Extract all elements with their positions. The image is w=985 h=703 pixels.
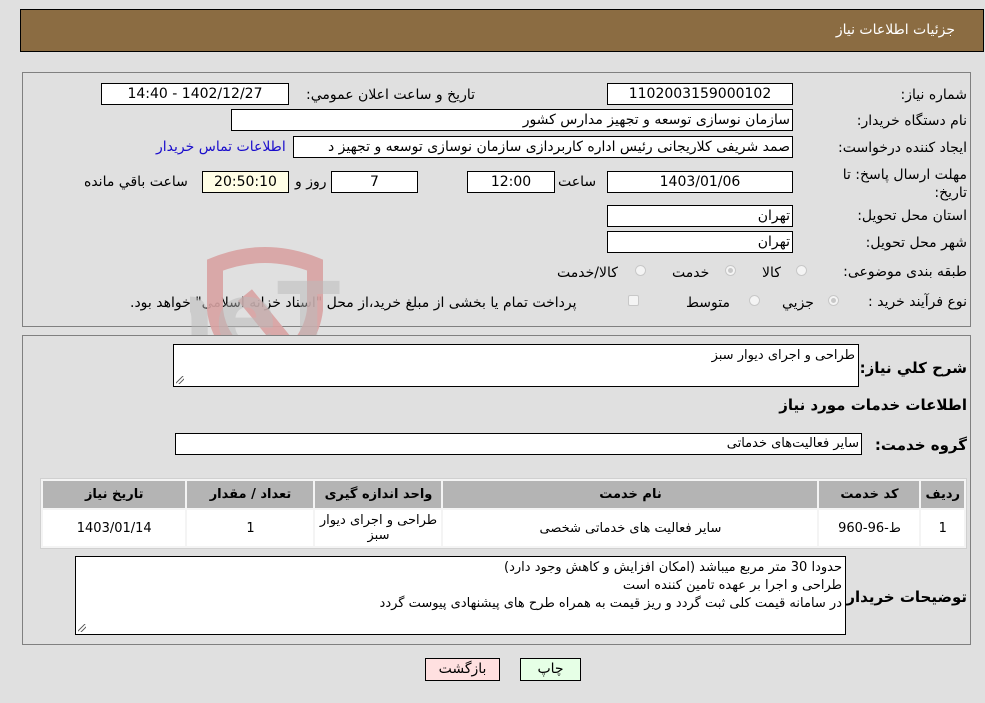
remaining-label: ساعت باقي مانده xyxy=(84,174,188,190)
category-label: طبقه بندی موضوعی: xyxy=(843,264,967,280)
process-option-minor: جزيي xyxy=(782,295,814,311)
announce-datetime-label: تاریخ و ساعت اعلان عمومي: xyxy=(306,87,475,103)
need-number-field[interactable]: 1102003159000102 xyxy=(607,83,793,105)
print-button[interactable]: چاپ xyxy=(520,658,581,681)
col-header-row-number: رديف xyxy=(921,481,964,508)
deadline-days-field[interactable]: 7 xyxy=(331,171,418,193)
services-table: رديف کد خدمت نام خدمت واحد اندازه گيری ت… xyxy=(40,478,967,549)
category-option-goods-service: کالا/خدمت xyxy=(557,265,618,281)
deadline-label: مهلت ارسال پاسخ: تا تاریخ: xyxy=(842,167,967,201)
requester-label: ايجاد کننده درخواست: xyxy=(838,140,967,156)
process-radio-medium[interactable] xyxy=(749,295,760,306)
category-option-service: خدمت xyxy=(672,265,710,281)
buyer-org-field[interactable]: سازمان نوسازی توسعه و تجهیز مدارس کشور xyxy=(231,109,793,131)
page-title: جزئیات اطلاعات نیاز xyxy=(835,22,955,38)
city-field[interactable]: تهران xyxy=(607,231,793,253)
service-group-field[interactable]: سایر فعالیت‌های خدماتی xyxy=(175,433,862,455)
col-header-need-date: تاريخ نياز xyxy=(43,481,186,508)
deadline-date-field[interactable]: 1403/01/06 xyxy=(607,171,793,193)
buyer-contact-link[interactable]: اطلاعات تماس خریدار xyxy=(156,139,286,155)
need-number-label: شماره نیاز: xyxy=(900,87,968,103)
table-row: 1 ط-96-960 سایر فعالیت های خدماتی شخصی ط… xyxy=(43,510,964,546)
col-header-unit: واحد اندازه گيری xyxy=(315,481,442,508)
col-header-quantity: تعداد / مقدار xyxy=(187,481,314,508)
category-radio-service[interactable] xyxy=(725,265,736,276)
buyer-notes-textarea[interactable]: حدودا 30 متر مربع میباشد (امکان افزایش و… xyxy=(75,556,846,635)
resize-handle-icon[interactable] xyxy=(176,376,184,384)
table-header-row: رديف کد خدمت نام خدمت واحد اندازه گيری ت… xyxy=(43,481,964,508)
cell-row-number: 1 xyxy=(921,510,964,546)
cell-unit: طراحی و اجرای دیوار سبز xyxy=(315,510,442,546)
summary-textarea[interactable]: طراحی و اجرای دیوار سبز xyxy=(173,344,859,387)
deadline-time-label: ساعت xyxy=(558,174,597,190)
process-radio-minor[interactable] xyxy=(828,295,839,306)
deadline-time-field[interactable]: 12:00 xyxy=(467,171,555,193)
services-heading: اطلاعات خدمات مورد نياز xyxy=(779,396,967,414)
cell-service-name: سایر فعالیت های خدماتی شخصی xyxy=(443,510,818,546)
remaining-time-field: 20:50:10 xyxy=(202,171,289,193)
buyer-note-line: حدودا 30 متر مربع میباشد (امکان افزایش و… xyxy=(504,560,842,575)
page-header: جزئیات اطلاعات نیاز xyxy=(20,9,984,52)
buyer-note-line: در سامانه قیمت کلی ثبت گردد و ریز قیمت ب… xyxy=(379,596,842,611)
cell-need-date: 1403/01/14 xyxy=(43,510,186,546)
announce-datetime-field[interactable]: 1402/12/27 - 14:40 xyxy=(101,83,289,105)
back-button[interactable]: بازگشت xyxy=(425,658,500,681)
city-label: شهر محل تحویل: xyxy=(865,235,967,251)
province-field[interactable]: تهران xyxy=(607,205,793,227)
resize-handle-icon[interactable] xyxy=(78,624,86,632)
category-option-goods: کالا xyxy=(762,265,781,281)
col-header-service-name: نام خدمت xyxy=(443,481,818,508)
treasury-note: پرداخت تمام یا بخشی از مبلغ خرید،از محل … xyxy=(130,295,577,311)
requester-field[interactable]: صمد شریفی کلاریجانی رئیس اداره کاربردازی… xyxy=(293,136,793,158)
treasury-checkbox[interactable] xyxy=(628,295,639,306)
process-option-medium: متوسط xyxy=(686,295,730,311)
col-header-service-code: کد خدمت xyxy=(819,481,920,508)
cell-quantity: 1 xyxy=(187,510,314,546)
service-group-label: گروه خدمت: xyxy=(874,436,967,454)
summary-label: شرح کلي نياز: xyxy=(859,359,967,377)
category-radio-goods-service[interactable] xyxy=(635,265,646,276)
province-label: استان محل تحویل: xyxy=(857,208,967,224)
buyer-org-label: نام دستگاه خريدار: xyxy=(856,113,967,129)
process-label: نوع فرآیند خرید : xyxy=(868,294,967,310)
category-radio-goods[interactable] xyxy=(796,265,807,276)
buyer-notes-label: توضيحات خريدار: xyxy=(840,588,967,606)
days-label: روز و xyxy=(295,174,327,190)
buyer-note-line: طراحی و اجرا بر عهده تامین کننده است xyxy=(622,578,842,593)
summary-value: طراحی و اجرای دیوار سبز xyxy=(711,348,855,363)
cell-service-code: ط-96-960 xyxy=(819,510,920,546)
